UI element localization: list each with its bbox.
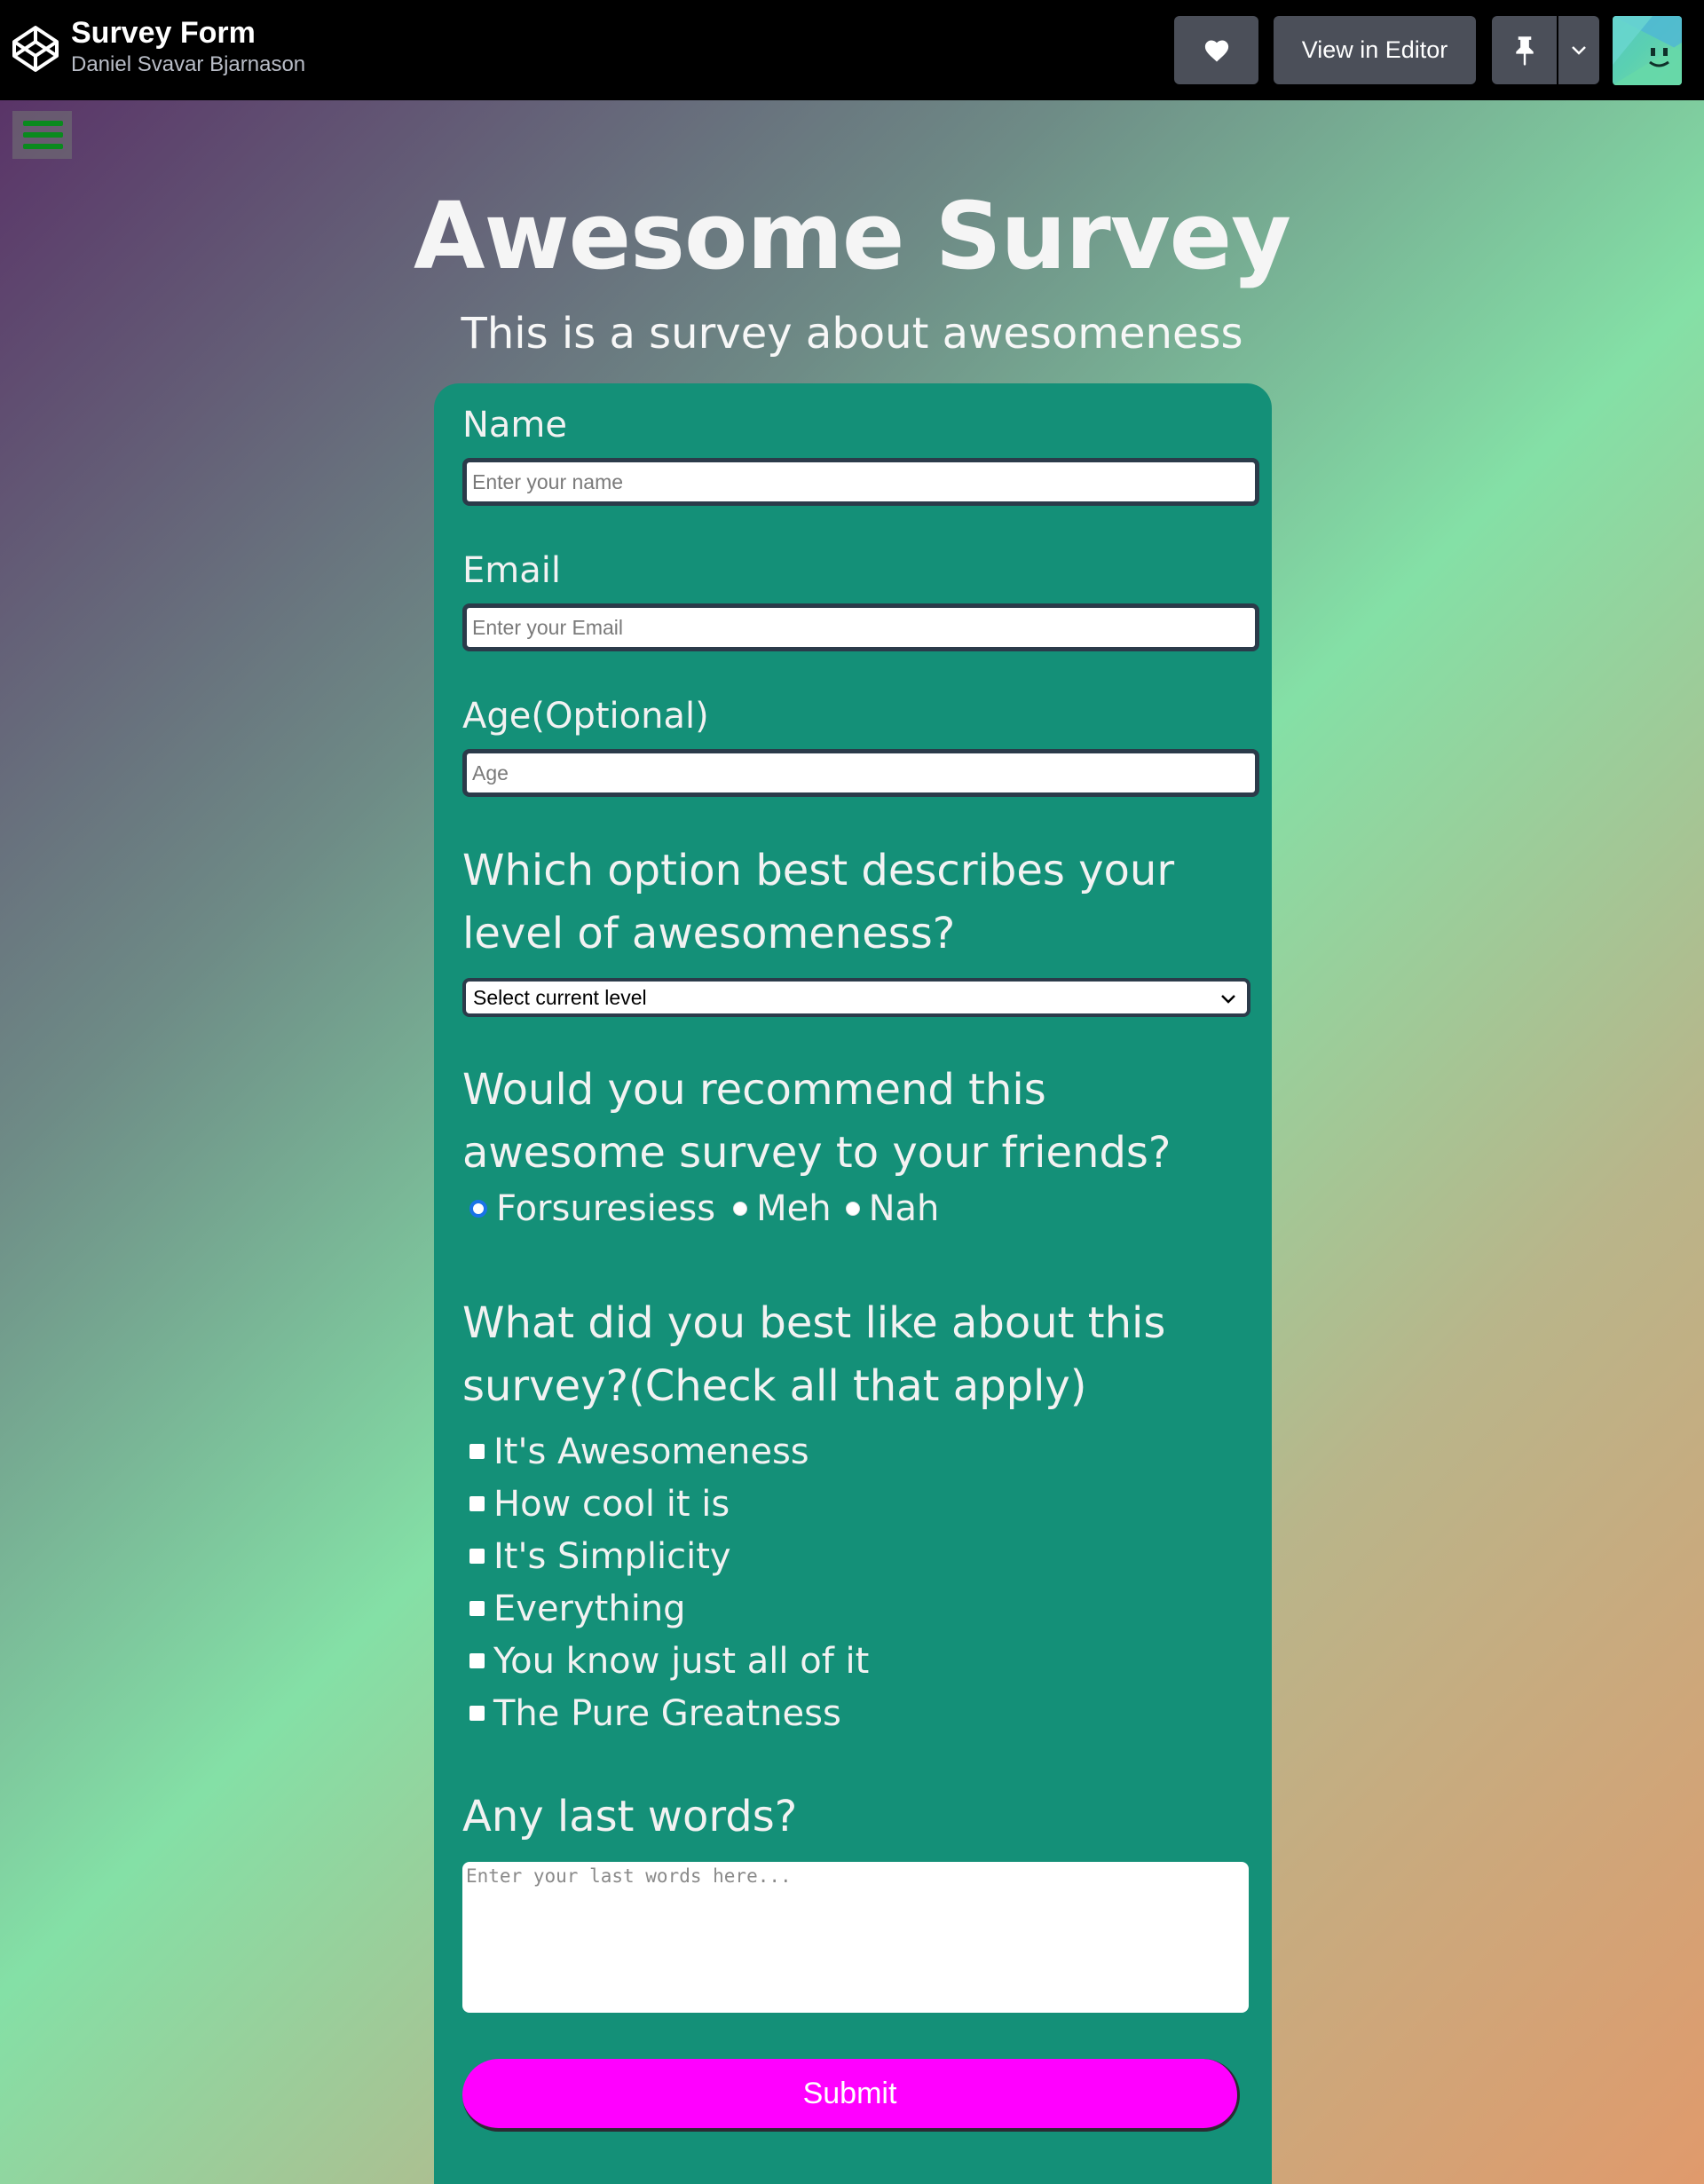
pen-author[interactable]: Daniel Svavar Bjarnason — [71, 51, 305, 78]
recommend-question: Would you recommend this awesome survey … — [462, 1065, 1172, 1178]
checkbox-option[interactable]: It's Awesomeness — [469, 1425, 869, 1478]
radio-button[interactable] — [733, 1202, 748, 1216]
user-avatar[interactable] — [1613, 16, 1682, 85]
pin-menu-caret[interactable] — [1558, 16, 1599, 84]
checkbox[interactable] — [469, 1706, 485, 1721]
avatar-face-icon — [1613, 16, 1682, 85]
checkbox-label: The Pure Greatness — [493, 1692, 841, 1734]
menu-bar — [23, 132, 63, 138]
checkbox-label: Everything — [493, 1588, 686, 1629]
radio-button-selected[interactable] — [469, 1200, 487, 1218]
radio-option[interactable]: Forsuresiess — [469, 1188, 715, 1229]
survey-form: Name Email Age(Optional) Which option be… — [434, 383, 1272, 2184]
liked-question: What did you best like about this survey… — [462, 1298, 1166, 1411]
checkbox-option[interactable]: How cool it is — [469, 1478, 869, 1530]
last-words-textarea[interactable]: Enter your last words here... — [462, 1862, 1249, 2013]
radio-label: Forsuresiess — [496, 1188, 716, 1229]
pen-title: Survey Form — [71, 16, 256, 50]
heart-icon — [1204, 40, 1228, 61]
love-button[interactable] — [1174, 16, 1258, 84]
checkbox[interactable] — [469, 1496, 485, 1511]
checkbox-option[interactable]: The Pure Greatness — [469, 1687, 869, 1739]
age-input[interactable] — [462, 749, 1259, 797]
age-label: Age(Optional) — [462, 696, 709, 737]
radio-label: Meh — [756, 1188, 832, 1229]
liked-checkbox-group: It's Awesomeness How cool it is It's Sim… — [469, 1425, 869, 1739]
email-input[interactable] — [462, 603, 1259, 651]
chevron-down-icon — [1221, 995, 1235, 1004]
checkbox[interactable] — [469, 1653, 485, 1668]
checkbox-option[interactable]: It's Simplicity — [469, 1530, 869, 1582]
level-select-value: Select current level — [473, 985, 647, 1009]
pin-button[interactable] — [1492, 16, 1557, 84]
checkbox-option[interactable]: Everything — [469, 1582, 869, 1635]
page-title: Awesome Survey — [414, 182, 1291, 290]
checkbox-option[interactable]: You know just all of it — [469, 1635, 869, 1687]
hamburger-menu-icon[interactable] — [12, 111, 72, 159]
pen-title-block: Survey Form Daniel Svavar Bjarnason — [71, 14, 305, 78]
radio-option[interactable]: Nah — [845, 1188, 940, 1229]
radio-button[interactable] — [845, 1202, 860, 1216]
checkbox[interactable] — [469, 1601, 485, 1616]
chevron-down-icon — [1572, 45, 1586, 55]
view-in-editor-button[interactable]: View in Editor — [1274, 16, 1476, 84]
checkbox-label: You know just all of it — [493, 1640, 870, 1682]
codepen-logo-icon[interactable] — [11, 24, 60, 74]
email-label: Email — [462, 550, 561, 591]
checkbox-label: It's Simplicity — [493, 1535, 731, 1577]
submit-button[interactable]: Submit — [462, 2059, 1240, 2132]
pin-icon — [1515, 35, 1534, 66]
top-bar: Survey Form Daniel Svavar Bjarnason View… — [0, 0, 1704, 100]
level-question: Which option best describes your level o… — [462, 846, 1175, 958]
checkbox-label: It's Awesomeness — [493, 1431, 809, 1472]
level-select[interactable]: Select current level — [462, 978, 1250, 1017]
recommend-radio-group: Forsuresiess Meh Nah — [469, 1182, 957, 1235]
menu-bar — [23, 144, 63, 149]
menu-bar — [23, 121, 63, 126]
radio-label: Nah — [868, 1188, 940, 1229]
checkbox-label: How cool it is — [493, 1483, 730, 1525]
checkbox[interactable] — [469, 1549, 485, 1564]
checkbox[interactable] — [469, 1444, 485, 1459]
page-subtitle: This is a survey about awesomeness — [461, 309, 1243, 359]
name-label: Name — [462, 405, 568, 445]
last-words-label: Any last words? — [462, 1792, 798, 1841]
radio-option[interactable]: Meh — [733, 1188, 832, 1229]
name-input[interactable] — [462, 458, 1259, 506]
